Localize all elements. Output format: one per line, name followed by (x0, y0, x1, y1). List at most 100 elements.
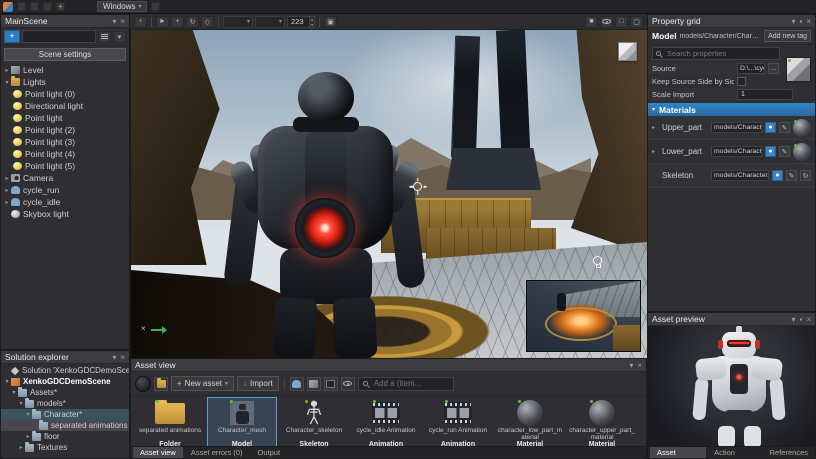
expander-icon[interactable]: ▾ (3, 378, 11, 385)
asset-tile-cycle-idle[interactable]: cycle_idle Animation Animation (351, 397, 421, 450)
tab-output[interactable]: Output (251, 447, 288, 458)
tree-item-level[interactable]: ▸Level (1, 64, 129, 76)
expander-icon[interactable]: ▸ (3, 67, 11, 74)
camera-speed-stepper[interactable]: ▴▾ (287, 16, 315, 28)
property-search-input[interactable] (664, 48, 776, 59)
browse-icon[interactable]: … (768, 63, 779, 74)
keep-source-checkbox[interactable] (737, 77, 746, 86)
asset-tile-character-mesh[interactable]: Character_mesh Model (207, 397, 277, 450)
pin-icon[interactable]: ▪ (799, 315, 802, 324)
expander-icon[interactable]: ▾ (17, 400, 25, 407)
panel-menu-icon[interactable]: ▾ (112, 17, 116, 26)
tab-asset-errors[interactable]: Asset errors (0) (184, 447, 250, 458)
filter-animations-button[interactable] (324, 377, 338, 391)
hand-pick-icon[interactable]: ● (765, 122, 776, 133)
add-entity-icon[interactable]: + (134, 16, 147, 28)
edit-icon[interactable]: ✎ (786, 170, 797, 181)
close-icon[interactable]: × (120, 353, 125, 362)
add-icon[interactable]: + (56, 2, 65, 11)
add-new-tag-button[interactable]: Add new tag (764, 30, 811, 42)
scale-import-input[interactable] (737, 89, 793, 100)
open-folder-button[interactable] (154, 377, 168, 391)
expander-icon[interactable]: ▸ (3, 175, 11, 182)
tree-item-character[interactable]: ▾Character* (1, 409, 129, 420)
tree-item-lights[interactable]: ▾Lights (1, 76, 129, 88)
save-icon[interactable] (17, 2, 26, 11)
light-bulb-gizmo-icon[interactable] (593, 256, 602, 265)
scale-gizmo-icon[interactable]: ◇ (201, 16, 214, 28)
panel-menu-icon[interactable]: ▾ (629, 361, 633, 370)
render-mode-icon[interactable]: ■ (585, 16, 598, 28)
undo-icon[interactable] (30, 2, 39, 11)
asset-tile-cycle-run[interactable]: cycle_run Animation Animation (423, 397, 493, 450)
expander-icon[interactable]: ▾ (24, 411, 32, 418)
tree-item-point-light[interactable]: Point light (5) (1, 160, 129, 172)
scene-settings-button[interactable]: Scene settings (4, 48, 126, 61)
panel-menu-icon[interactable]: ▾ (791, 17, 795, 26)
panel-menu-icon[interactable]: ▾ (791, 315, 795, 324)
expander-icon[interactable]: ▸ (652, 148, 659, 155)
coordinate-space-dropdown[interactable]: ▾ (223, 16, 253, 28)
tree-item-camera[interactable]: ▸Camera (1, 172, 129, 184)
game-view-icon[interactable]: □ (615, 16, 628, 28)
material-reference-field[interactable]: models/Character/Cha (711, 122, 762, 133)
tree-item-point-light[interactable]: Point light (1, 112, 129, 124)
select-tool-icon[interactable]: ► (156, 16, 169, 28)
skeleton-reference-field[interactable]: models/Character/Cha (711, 170, 769, 181)
windows-menu-button[interactable]: Windows ▾ (97, 1, 147, 12)
tree-item-point-light[interactable]: Point light (3) (1, 136, 129, 148)
preview-viewport[interactable] (648, 326, 815, 448)
asset-search-input[interactable] (371, 378, 449, 390)
source-path-field[interactable]: D:\...\cycle_idle-FBX (737, 63, 765, 74)
expander-icon[interactable]: ▸ (3, 199, 11, 206)
expander-icon[interactable]: ▾ (10, 389, 18, 396)
tree-item-directional-light[interactable]: Directional light (1, 100, 129, 112)
collapse-all-button[interactable] (98, 31, 111, 43)
tree-item-point-light[interactable]: Point light (2) (1, 124, 129, 136)
filter-models-button[interactable] (290, 377, 304, 391)
close-icon[interactable]: × (806, 315, 811, 324)
snap-dropdown[interactable]: ▾ (255, 16, 285, 28)
layout-icon[interactable] (151, 2, 160, 11)
camera-options-icon[interactable]: ▣ (324, 16, 337, 28)
sun-gizmo-icon[interactable] (413, 182, 422, 191)
hand-pick-icon[interactable]: ● (765, 146, 776, 157)
import-button[interactable]: ↓Import (237, 376, 279, 391)
tree-options-button[interactable]: ▾ (113, 31, 126, 43)
close-icon[interactable]: × (637, 361, 642, 370)
tree-item-separated-animations[interactable]: separated animations (1, 420, 129, 431)
expander-icon[interactable]: ▸ (3, 187, 11, 194)
tree-item-floor[interactable]: ▸floor (1, 431, 129, 442)
tree-item-cycle-run[interactable]: ▸cycle_run (1, 184, 129, 196)
panel-menu-icon[interactable]: ▾ (112, 353, 116, 362)
reset-icon[interactable]: ↻ (800, 170, 811, 181)
edit-icon[interactable]: ✎ (779, 122, 790, 133)
thumbnail-size-button[interactable] (135, 376, 151, 392)
tree-item-solution[interactable]: Solution 'XenkoGDCDemoScene' (1, 365, 129, 376)
view-cube[interactable] (618, 42, 637, 61)
redo-icon[interactable] (43, 2, 52, 11)
asset-tile-separated-animations[interactable]: separated animations Folder (135, 397, 205, 450)
spinner-icons[interactable]: ▴▾ (309, 16, 315, 28)
asset-tile-upper-part-material[interactable]: character_upper_part_material Material (567, 397, 637, 450)
tab-references[interactable]: References (763, 447, 815, 458)
fullscreen-icon[interactable]: ▢ (630, 16, 643, 28)
tree-item-skybox-light[interactable]: Skybox light (1, 208, 129, 220)
tree-item-cycle-idle[interactable]: ▸cycle_idle (1, 196, 129, 208)
tree-item-assets[interactable]: ▾Assets* (1, 387, 129, 398)
tree-item-textures[interactable]: ▸Textures (1, 442, 129, 453)
translate-gizmo-icon[interactable]: + (171, 16, 184, 28)
add-entity-button[interactable]: + (4, 30, 20, 43)
scene-filter-input[interactable] (22, 30, 96, 43)
expander-icon[interactable]: ▸ (652, 124, 659, 131)
view-options-button[interactable] (341, 377, 355, 391)
materials-section-header[interactable]: ▾ Materials (648, 103, 815, 116)
new-asset-button[interactable]: +New asset▾ (171, 376, 234, 391)
asset-tile-low-part-material[interactable]: character_low_part_material Material (495, 397, 565, 450)
tree-item-project[interactable]: ▾XenkoGDCDemoScene (1, 376, 129, 387)
expander-icon[interactable]: ▸ (17, 444, 25, 451)
close-icon[interactable]: × (806, 17, 811, 26)
expander-icon[interactable]: ▾ (3, 79, 11, 86)
tree-item-point-light[interactable]: Point light (0) (1, 88, 129, 100)
rotate-gizmo-icon[interactable]: ↻ (186, 16, 199, 28)
